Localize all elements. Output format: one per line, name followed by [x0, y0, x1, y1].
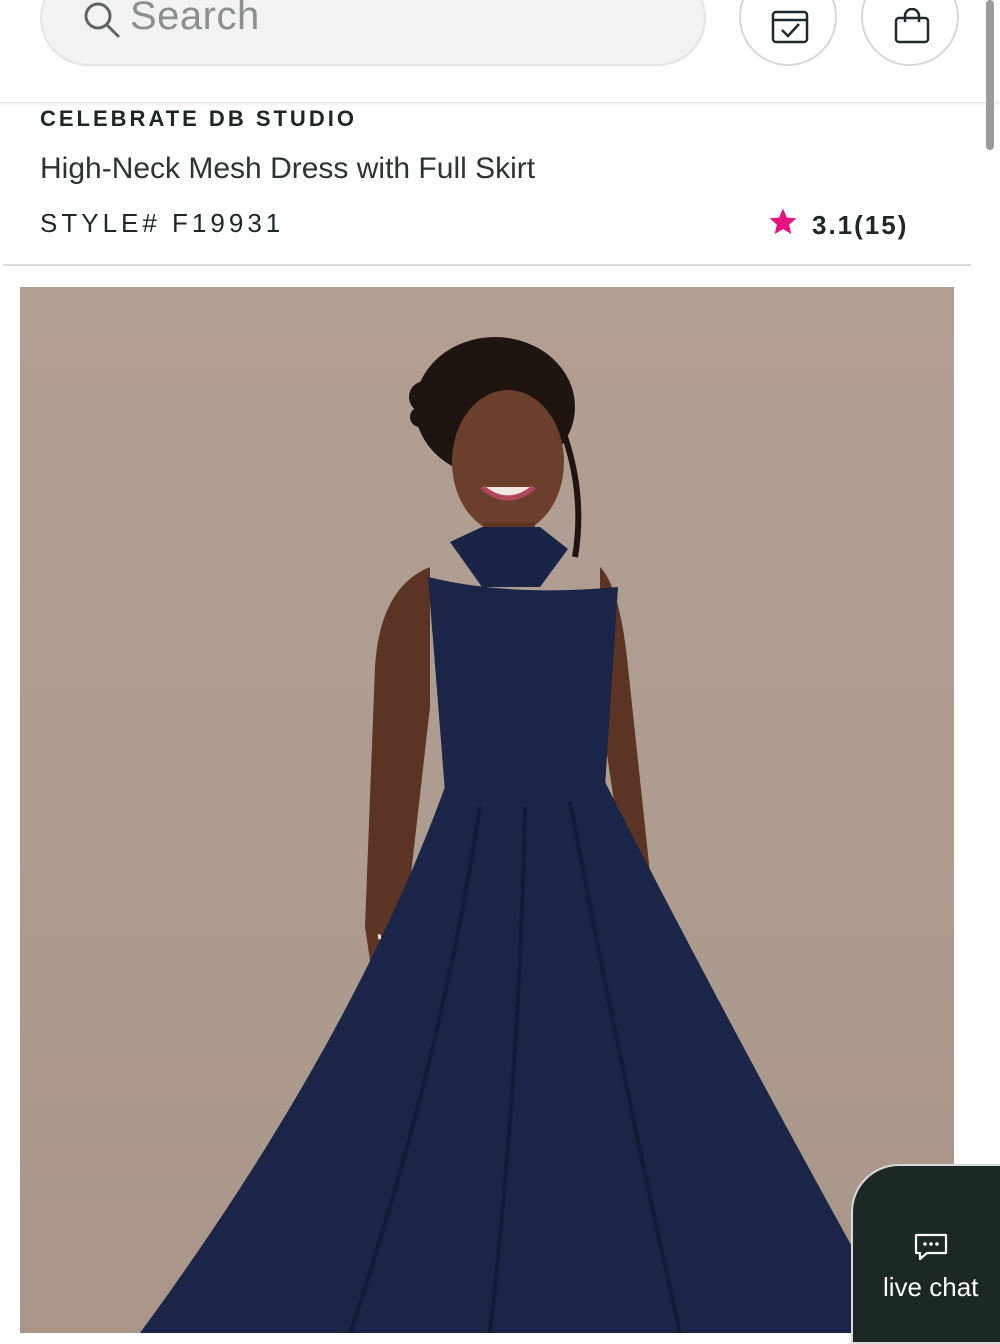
calendar-check-icon	[771, 10, 809, 44]
product-title: High-Neck Mesh Dress with Full Skirt	[40, 152, 536, 185]
product-image[interactable]	[20, 287, 954, 1333]
brand-name[interactable]: CELEBRATE DB STUDIO	[40, 106, 357, 132]
page-scrollbar[interactable]	[986, 0, 994, 150]
live-chat-button[interactable]: live chat	[851, 1164, 1000, 1344]
live-chat-label[interactable]: live chat	[883, 1272, 978, 1303]
top-header: Search	[0, 0, 1000, 103]
search-icon	[84, 2, 120, 38]
search-placeholder[interactable]: Search	[130, 0, 260, 39]
shopping-bag-icon	[894, 8, 930, 44]
chat-bubble-icon	[914, 1233, 948, 1261]
style-number: STYLE# F19931	[40, 208, 285, 238]
section-divider	[3, 264, 971, 266]
rating-score[interactable]: 3.1(15)	[812, 210, 908, 241]
star-icon	[769, 208, 797, 234]
appointment-button[interactable]	[739, 0, 837, 66]
search-bar[interactable]: Search	[40, 0, 706, 66]
dress-illustration	[140, 337, 900, 1333]
shopping-bag-button[interactable]	[861, 0, 959, 66]
